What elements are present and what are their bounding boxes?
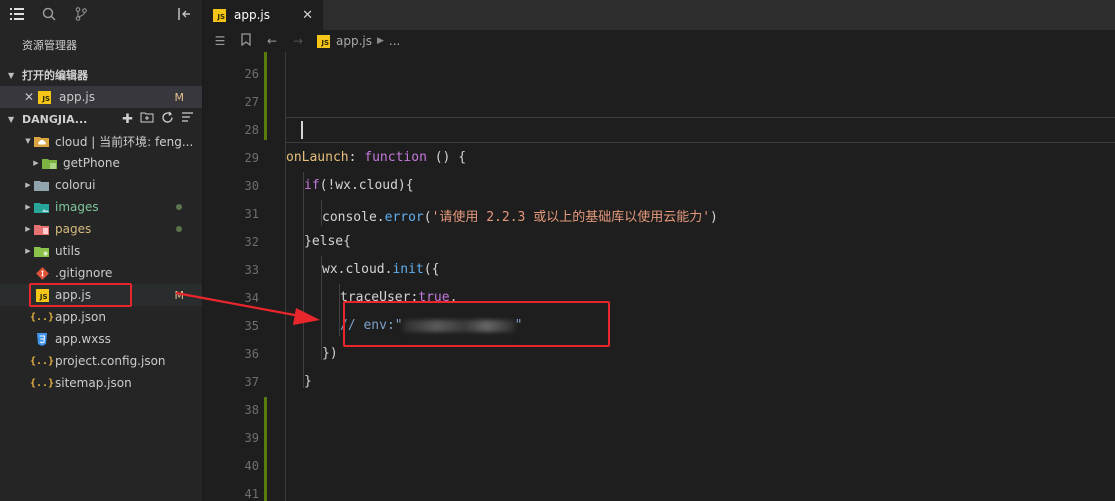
- annotation-arrow: [175, 291, 320, 325]
